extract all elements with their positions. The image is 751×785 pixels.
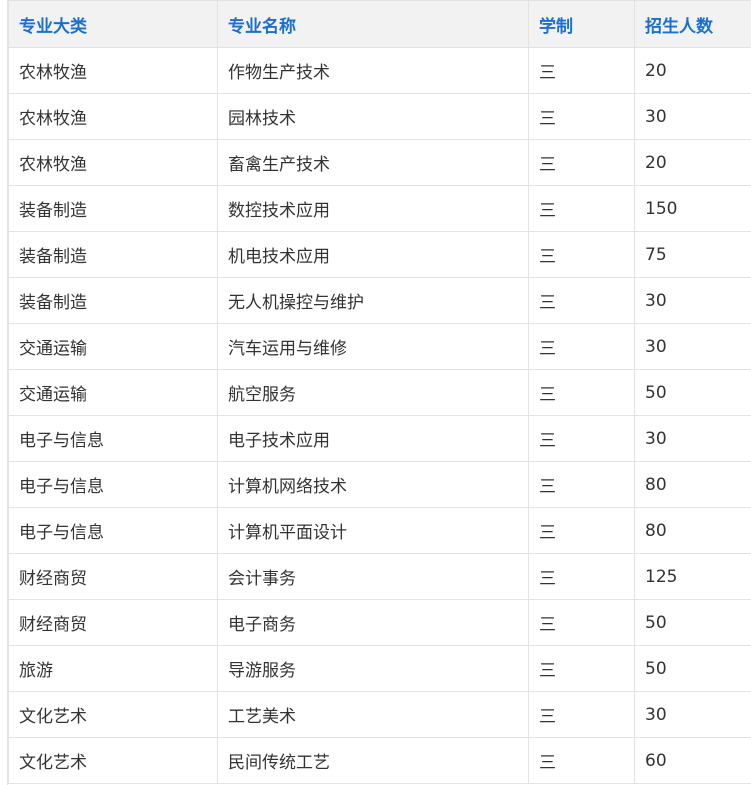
cell-enrollment: 150	[634, 185, 751, 232]
cell-major-name: 民间传统工艺	[217, 737, 529, 784]
table-row: 装备制造 无人机操控与维护三 30	[8, 277, 751, 324]
cell-duration: 三	[528, 185, 635, 232]
cell-major-name: 会计事务	[217, 553, 529, 600]
cell-category: 交通运输	[8, 369, 218, 416]
cell-category: 装备制造	[8, 231, 218, 278]
cell-enrollment: 80	[634, 507, 751, 554]
cell-major-name: 航空服务	[217, 369, 529, 416]
cell-duration: 三	[528, 415, 635, 462]
cell-major-name: 机电技术应用	[217, 231, 529, 278]
table-row: 文化艺术 工艺美术三 30	[8, 691, 751, 738]
cell-duration: 三	[528, 323, 635, 370]
cell-duration: 三	[528, 461, 635, 508]
cell-category: 农林牧渔	[8, 93, 218, 140]
cell-major-name: 畜禽生产技术	[217, 139, 529, 186]
cell-major-name: 工艺美术	[217, 691, 529, 738]
cell-category: 装备制造	[8, 185, 218, 232]
cell-enrollment: 30	[634, 415, 751, 462]
cell-enrollment: 75	[634, 231, 751, 278]
cell-duration: 三	[528, 599, 635, 646]
cell-duration: 三	[528, 645, 635, 692]
cell-major-name: 汽车运用与维修	[217, 323, 529, 370]
cell-duration: 三	[528, 507, 635, 554]
table-row: 电子与信息 计算机平面设计三 80	[8, 507, 751, 554]
header-major-name: 专业名称	[217, 0, 529, 48]
cell-major-name: 导游服务	[217, 645, 529, 692]
cell-major-name: 园林技术	[217, 93, 529, 140]
enrollment-table: 专业大类 专业名称 学制 招生人数 农林牧渔 作物生产技术三 20 农林牧渔 园林技术三…	[8, 0, 751, 784]
cell-category: 文化艺术	[8, 691, 218, 738]
cell-category: 电子与信息	[8, 507, 218, 554]
cell-enrollment: 30	[634, 691, 751, 738]
header-category: 专业大类	[8, 0, 218, 48]
cell-duration: 三	[528, 369, 635, 416]
enrollment-table-container: 专业大类 专业名称 学制 招生人数 农林牧渔 作物生产技术三 20 农林牧渔 园林技术三…	[0, 0, 751, 785]
table-row: 财经商贸 会计事务三 125	[8, 553, 751, 600]
cell-enrollment: 20	[634, 47, 751, 94]
table-header-row: 专业大类 专业名称 学制 招生人数	[8, 0, 751, 48]
cell-major-name: 计算机平面设计	[217, 507, 529, 554]
table-body: 农林牧渔 作物生产技术三 20 农林牧渔 园林技术三 30 农林牧渔 畜禽生产技术三 20 装备制…	[8, 47, 751, 784]
cell-duration: 三	[528, 737, 635, 784]
left-edge-border	[0, 0, 8, 785]
table-row: 农林牧渔 园林技术三 30	[8, 93, 751, 140]
cell-major-name: 数控技术应用	[217, 185, 529, 232]
cell-duration: 三	[528, 277, 635, 324]
cell-duration: 三	[528, 553, 635, 600]
header-enrollment: 招生人数	[634, 0, 751, 48]
cell-duration: 三	[528, 691, 635, 738]
table-row: 农林牧渔 畜禽生产技术三 20	[8, 139, 751, 186]
table-row: 交通运输 航空服务三 50	[8, 369, 751, 416]
table-row: 旅游 导游服务三 50	[8, 645, 751, 692]
cell-category: 农林牧渔	[8, 139, 218, 186]
cell-category: 旅游	[8, 645, 218, 692]
cell-enrollment: 30	[634, 323, 751, 370]
table-row: 文化艺术 民间传统工艺三 60	[8, 737, 751, 784]
cell-enrollment: 50	[634, 599, 751, 646]
cell-duration: 三	[528, 47, 635, 94]
cell-enrollment: 50	[634, 645, 751, 692]
cell-major-name: 作物生产技术	[217, 47, 529, 94]
cell-major-name: 计算机网络技术	[217, 461, 529, 508]
cell-category: 农林牧渔	[8, 47, 218, 94]
header-duration: 学制	[528, 0, 635, 48]
cell-duration: 三	[528, 93, 635, 140]
cell-category: 电子与信息	[8, 415, 218, 462]
cell-major-name: 无人机操控与维护	[217, 277, 529, 324]
table-row: 交通运输 汽车运用与维修三 30	[8, 323, 751, 370]
cell-enrollment: 50	[634, 369, 751, 416]
cell-category: 装备制造	[8, 277, 218, 324]
cell-category: 财经商贸	[8, 553, 218, 600]
table-row: 装备制造 机电技术应用三 75	[8, 231, 751, 278]
cell-enrollment: 125	[634, 553, 751, 600]
cell-duration: 三	[528, 231, 635, 278]
table-row: 财经商贸 电子商务三 50	[8, 599, 751, 646]
cell-category: 财经商贸	[8, 599, 218, 646]
cell-major-name: 电子商务	[217, 599, 529, 646]
cell-enrollment: 20	[634, 139, 751, 186]
cell-category: 文化艺术	[8, 737, 218, 784]
cell-category: 电子与信息	[8, 461, 218, 508]
cell-enrollment: 80	[634, 461, 751, 508]
cell-duration: 三	[528, 139, 635, 186]
table-row: 装备制造 数控技术应用三 150	[8, 185, 751, 232]
cell-enrollment: 60	[634, 737, 751, 784]
cell-enrollment: 30	[634, 93, 751, 140]
cell-major-name: 电子技术应用	[217, 415, 529, 462]
table-row: 电子与信息 计算机网络技术三 80	[8, 461, 751, 508]
cell-category: 交通运输	[8, 323, 218, 370]
table-row: 电子与信息 电子技术应用三 30	[8, 415, 751, 462]
cell-enrollment: 30	[634, 277, 751, 324]
table-row: 农林牧渔 作物生产技术三 20	[8, 47, 751, 94]
